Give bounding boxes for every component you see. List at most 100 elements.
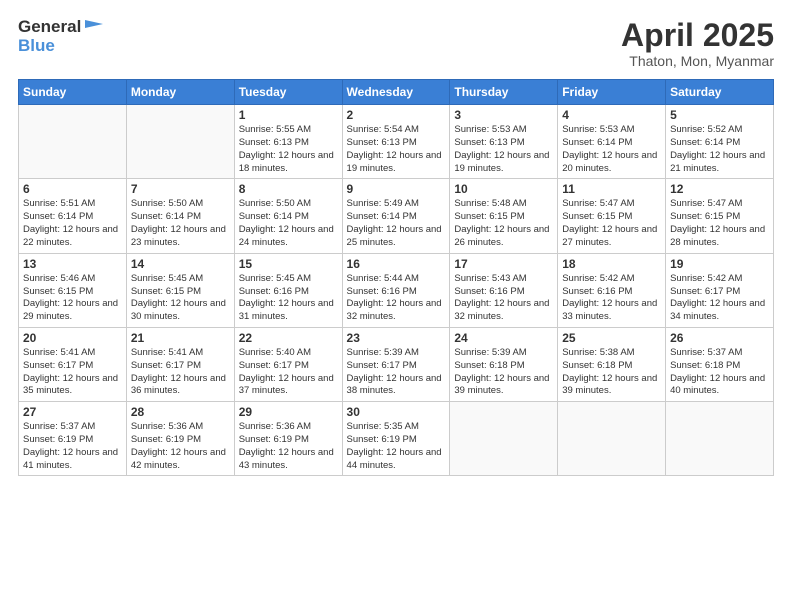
day-info: Sunrise: 5:36 AM Sunset: 6:19 PM Dayligh… xyxy=(239,421,338,472)
calendar-week-row: 13 Sunrise: 5:46 AM Sunset: 6:15 PM Dayli… xyxy=(19,253,774,327)
day-info: Sunrise: 5:44 AM Sunset: 6:16 PM Dayligh… xyxy=(347,273,446,324)
calendar-day-cell: 15 Sunrise: 5:45 AM Sunset: 6:16 PM Dayli… xyxy=(234,253,342,327)
day-number: 13 xyxy=(23,257,122,271)
day-number: 18 xyxy=(562,257,661,271)
day-number: 21 xyxy=(131,331,230,345)
title-block: April 2025 Thaton, Mon, Myanmar xyxy=(621,18,774,69)
calendar-day-cell: 7 Sunrise: 5:50 AM Sunset: 6:14 PM Daylig… xyxy=(126,179,234,253)
calendar-day-cell: 17Sunrise: 5:43 AM Sunset: 6:16 PM Dayli… xyxy=(450,253,558,327)
calendar-day-cell: 20Sunrise: 5:41 AM Sunset: 6:17 PM Dayli… xyxy=(19,327,127,401)
logo-icon xyxy=(83,18,105,36)
calendar-day-cell: 10 Sunrise: 5:48 AM Sunset: 6:15 PM Dayli… xyxy=(450,179,558,253)
col-thursday: Thursday xyxy=(450,80,558,105)
calendar-day-cell: 26 Sunrise: 5:37 AM Sunset: 6:18 PM Dayli… xyxy=(666,327,774,401)
col-monday: Monday xyxy=(126,80,234,105)
day-info: Sunrise: 5:49 AM Sunset: 6:14 PM Dayligh… xyxy=(347,198,446,249)
day-number: 23 xyxy=(347,331,446,345)
logo-general-text: General xyxy=(18,18,81,37)
calendar-header-row: Sunday Monday Tuesday Wednesday Thursday… xyxy=(19,80,774,105)
page: General Blue April 2025 Thaton, Mon, Mya… xyxy=(0,0,792,612)
day-number: 6 xyxy=(23,182,122,196)
day-number: 24 xyxy=(454,331,553,345)
day-info: Sunrise: 5:42 AM Sunset: 6:17 PM Dayligh… xyxy=(670,273,769,324)
calendar-day-cell: 3 Sunrise: 5:53 AM Sunset: 6:13 PM Daylig… xyxy=(450,105,558,179)
calendar-day-cell: 30 Sunrise: 5:35 AM Sunset: 6:19 PM Dayli… xyxy=(342,402,450,476)
day-number: 26 xyxy=(670,331,769,345)
col-wednesday: Wednesday xyxy=(342,80,450,105)
day-number: 20 xyxy=(23,331,122,345)
day-number: 5 xyxy=(670,108,769,122)
day-info: Sunrise: 5:38 AM Sunset: 6:18 PM Dayligh… xyxy=(562,347,661,398)
day-info: Sunrise: 5:35 AM Sunset: 6:19 PM Dayligh… xyxy=(347,421,446,472)
calendar-day-cell xyxy=(126,105,234,179)
day-info: Sunrise: 5:46 AM Sunset: 6:15 PM Dayligh… xyxy=(23,273,122,324)
calendar-day-cell: 19 Sunrise: 5:42 AM Sunset: 6:17 PM Dayli… xyxy=(666,253,774,327)
day-number: 30 xyxy=(347,405,446,419)
col-sunday: Sunday xyxy=(19,80,127,105)
calendar-subtitle: Thaton, Mon, Myanmar xyxy=(621,53,774,69)
calendar-week-row: 27 Sunrise: 5:37 AM Sunset: 6:19 PM Dayli… xyxy=(19,402,774,476)
calendar-day-cell: 1 Sunrise: 5:55 AM Sunset: 6:13 PM Daylig… xyxy=(234,105,342,179)
day-number: 22 xyxy=(239,331,338,345)
day-info: Sunrise: 5:39 AM Sunset: 6:18 PM Dayligh… xyxy=(454,347,553,398)
calendar-day-cell: 16 Sunrise: 5:44 AM Sunset: 6:16 PM Dayli… xyxy=(342,253,450,327)
calendar-day-cell: 4Sunrise: 5:53 AM Sunset: 6:14 PM Daylig… xyxy=(558,105,666,179)
calendar-table: Sunday Monday Tuesday Wednesday Thursday… xyxy=(18,79,774,476)
day-number: 15 xyxy=(239,257,338,271)
calendar-day-cell: 12Sunrise: 5:47 AM Sunset: 6:15 PM Dayli… xyxy=(666,179,774,253)
calendar-day-cell: 28Sunrise: 5:36 AM Sunset: 6:19 PM Dayli… xyxy=(126,402,234,476)
calendar-day-cell: 5Sunrise: 5:52 AM Sunset: 6:14 PM Daylig… xyxy=(666,105,774,179)
day-info: Sunrise: 5:53 AM Sunset: 6:14 PM Dayligh… xyxy=(562,124,661,175)
day-info: Sunrise: 5:51 AM Sunset: 6:14 PM Dayligh… xyxy=(23,198,122,249)
day-info: Sunrise: 5:47 AM Sunset: 6:15 PM Dayligh… xyxy=(562,198,661,249)
day-info: Sunrise: 5:42 AM Sunset: 6:16 PM Dayligh… xyxy=(562,273,661,324)
day-info: Sunrise: 5:39 AM Sunset: 6:17 PM Dayligh… xyxy=(347,347,446,398)
day-info: Sunrise: 5:53 AM Sunset: 6:13 PM Dayligh… xyxy=(454,124,553,175)
day-number: 9 xyxy=(347,182,446,196)
calendar-day-cell xyxy=(666,402,774,476)
calendar-day-cell: 23 Sunrise: 5:39 AM Sunset: 6:17 PM Dayli… xyxy=(342,327,450,401)
calendar-day-cell xyxy=(19,105,127,179)
day-number: 16 xyxy=(347,257,446,271)
day-number: 29 xyxy=(239,405,338,419)
day-info: Sunrise: 5:37 AM Sunset: 6:18 PM Dayligh… xyxy=(670,347,769,398)
day-number: 10 xyxy=(454,182,553,196)
day-info: Sunrise: 5:41 AM Sunset: 6:17 PM Dayligh… xyxy=(131,347,230,398)
day-number: 8 xyxy=(239,182,338,196)
calendar-day-cell: 8 Sunrise: 5:50 AM Sunset: 6:14 PM Daylig… xyxy=(234,179,342,253)
day-number: 1 xyxy=(239,108,338,122)
calendar-day-cell: 24 Sunrise: 5:39 AM Sunset: 6:18 PM Dayli… xyxy=(450,327,558,401)
calendar-day-cell: 11Sunrise: 5:47 AM Sunset: 6:15 PM Dayli… xyxy=(558,179,666,253)
calendar-day-cell: 13 Sunrise: 5:46 AM Sunset: 6:15 PM Dayli… xyxy=(19,253,127,327)
calendar-day-cell: 14Sunrise: 5:45 AM Sunset: 6:15 PM Dayli… xyxy=(126,253,234,327)
calendar-week-row: 6 Sunrise: 5:51 AM Sunset: 6:14 PM Daylig… xyxy=(19,179,774,253)
day-info: Sunrise: 5:55 AM Sunset: 6:13 PM Dayligh… xyxy=(239,124,338,175)
day-number: 27 xyxy=(23,405,122,419)
day-number: 3 xyxy=(454,108,553,122)
day-info: Sunrise: 5:43 AM Sunset: 6:16 PM Dayligh… xyxy=(454,273,553,324)
day-info: Sunrise: 5:48 AM Sunset: 6:15 PM Dayligh… xyxy=(454,198,553,249)
day-info: Sunrise: 5:54 AM Sunset: 6:13 PM Dayligh… xyxy=(347,124,446,175)
day-info: Sunrise: 5:45 AM Sunset: 6:16 PM Dayligh… xyxy=(239,273,338,324)
day-number: 7 xyxy=(131,182,230,196)
day-number: 25 xyxy=(562,331,661,345)
day-number: 19 xyxy=(670,257,769,271)
day-info: Sunrise: 5:47 AM Sunset: 6:15 PM Dayligh… xyxy=(670,198,769,249)
col-tuesday: Tuesday xyxy=(234,80,342,105)
calendar-day-cell: 9 Sunrise: 5:49 AM Sunset: 6:14 PM Daylig… xyxy=(342,179,450,253)
calendar-day-cell xyxy=(450,402,558,476)
day-info: Sunrise: 5:50 AM Sunset: 6:14 PM Dayligh… xyxy=(239,198,338,249)
day-info: Sunrise: 5:50 AM Sunset: 6:14 PM Dayligh… xyxy=(131,198,230,249)
day-number: 28 xyxy=(131,405,230,419)
day-info: Sunrise: 5:40 AM Sunset: 6:17 PM Dayligh… xyxy=(239,347,338,398)
calendar-day-cell: 22 Sunrise: 5:40 AM Sunset: 6:17 PM Dayli… xyxy=(234,327,342,401)
logo-blue-text: Blue xyxy=(18,36,55,55)
calendar-title: April 2025 xyxy=(621,18,774,53)
col-friday: Friday xyxy=(558,80,666,105)
logo: General Blue xyxy=(18,18,105,56)
calendar-day-cell: 29 Sunrise: 5:36 AM Sunset: 6:19 PM Dayli… xyxy=(234,402,342,476)
calendar-day-cell: 25 Sunrise: 5:38 AM Sunset: 6:18 PM Dayli… xyxy=(558,327,666,401)
calendar-day-cell: 18 Sunrise: 5:42 AM Sunset: 6:16 PM Dayli… xyxy=(558,253,666,327)
header: General Blue April 2025 Thaton, Mon, Mya… xyxy=(18,18,774,69)
day-info: Sunrise: 5:37 AM Sunset: 6:19 PM Dayligh… xyxy=(23,421,122,472)
